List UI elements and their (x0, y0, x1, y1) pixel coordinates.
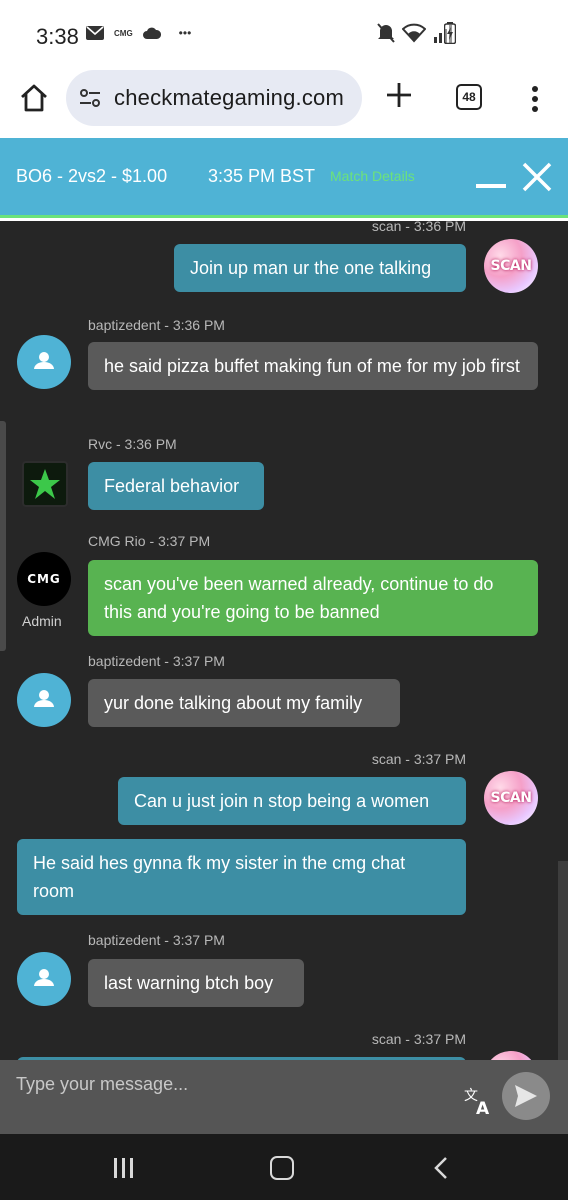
avatar[interactable] (22, 461, 68, 507)
status-bar: 3:38 CMG ••• (0, 0, 568, 68)
message-bubble: Federal behavior (88, 462, 264, 510)
cmg-notif-icon: CMG (114, 28, 133, 38)
url-text[interactable]: checkmategaming.com (114, 85, 344, 111)
message-bubble: He said hes gynna fk my sister in the cm… (17, 839, 466, 915)
minimize-icon[interactable] (476, 184, 506, 188)
message-author: baptizedent - 3:37 PM (88, 653, 225, 669)
scan-avatar-text: SCAN (490, 790, 532, 806)
message-author: scan - 3:37 PM (371, 751, 466, 767)
match-time: 3:35 PM BST (208, 166, 316, 186)
avatar[interactable]: CMG (17, 552, 71, 606)
browser-toolbar: checkmategaming.com 48 (0, 68, 568, 136)
message-composer: 文 A (0, 1060, 568, 1134)
tab-switcher-button[interactable]: 48 (456, 84, 482, 110)
avatar[interactable] (484, 1051, 538, 1060)
edge-panel-handle[interactable] (0, 421, 6, 651)
new-tab-icon[interactable] (384, 80, 414, 110)
battery-icon (444, 22, 456, 44)
message-bubble: Can u just join n stop being a women (118, 777, 466, 825)
avatar[interactable] (17, 952, 71, 1006)
star-icon (30, 469, 60, 499)
site-settings-icon[interactable] (78, 86, 102, 110)
system-icons (376, 22, 452, 44)
avatar[interactable]: SCAN (484, 771, 538, 825)
send-icon (515, 1085, 537, 1107)
notification-icons: CMG ••• (86, 26, 191, 40)
wifi-icon (402, 23, 426, 43)
admin-badge: Admin (22, 613, 62, 629)
message-author: CMG Rio - 3:37 PM (88, 533, 211, 549)
message-author: scan - 3:36 PM (371, 221, 466, 234)
system-nav-bar (0, 1134, 568, 1200)
scan-avatar-text: SCAN (490, 258, 532, 274)
svg-text:A: A (476, 1099, 490, 1118)
overflow-menu-icon[interactable] (526, 84, 544, 114)
cloud-icon (142, 27, 161, 39)
message-author: baptizedent - 3:37 PM (88, 932, 225, 948)
message-author: baptizedent - 3:36 PM (88, 317, 225, 333)
message-bubble: Join up man ur the one talking (174, 244, 466, 292)
address-bar[interactable]: checkmategaming.com (66, 70, 362, 126)
message-input[interactable] (16, 1070, 446, 1098)
message-bubble: scan you've been warned already, continu… (88, 560, 538, 636)
user-icon (34, 352, 54, 369)
chat-header: BO6 - 2vs2 - $1.00 3:35 PM BST Match Det… (0, 138, 568, 218)
message-author: Rvc - 3:36 PM (88, 436, 177, 452)
mail-icon (86, 26, 104, 40)
cmg-logo: CMG (27, 572, 61, 586)
user-icon (34, 690, 54, 707)
mute-icon (377, 23, 395, 43)
back-icon[interactable] (430, 1156, 454, 1180)
avatar[interactable] (17, 673, 71, 727)
scrollbar[interactable] (558, 861, 568, 1060)
message-bubble: yur done talking about my family (88, 679, 400, 727)
message-bubble: he said pizza buffet making fun of me fo… (88, 342, 538, 390)
message-author: scan - 3:37 PM (371, 1031, 466, 1047)
message-bubble: last warning btch boy (88, 959, 304, 1007)
home-icon[interactable] (18, 82, 50, 114)
send-button[interactable] (502, 1072, 550, 1120)
avatar[interactable] (17, 335, 71, 389)
recent-apps-icon[interactable] (112, 1158, 136, 1178)
nav-home-icon[interactable] (270, 1156, 294, 1180)
user-icon (34, 969, 54, 986)
avatar[interactable]: SCAN (484, 239, 538, 293)
translate-icon[interactable]: 文 A (462, 1084, 496, 1118)
close-icon[interactable] (520, 160, 554, 194)
match-details-link[interactable]: Match Details (330, 168, 415, 184)
more-notifications-icon: ••• (178, 26, 192, 40)
status-time: 3:38 (36, 24, 79, 49)
match-title: BO6 - 2vs2 - $1.00 (16, 166, 168, 186)
chat-messages[interactable]: scan - 3:36 PM Join up man ur the one ta… (0, 221, 568, 1060)
